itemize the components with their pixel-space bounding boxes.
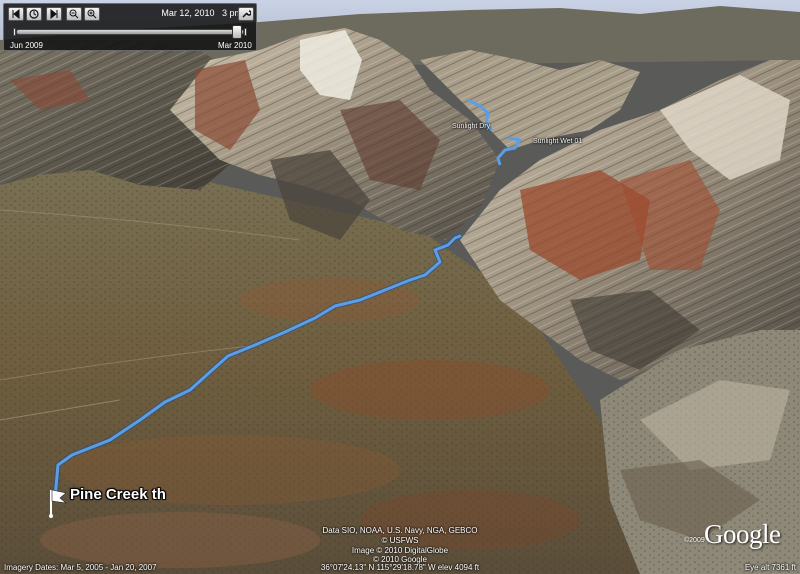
range-end-label: Mar 2010 xyxy=(218,41,252,50)
zoom-out-time-button[interactable] xyxy=(66,7,82,21)
trailhead-label[interactable]: Pine Creek th xyxy=(70,486,166,503)
zoom-out-icon xyxy=(69,9,79,19)
waypoint-label[interactable]: Sunlight Wet 01 xyxy=(533,138,582,145)
image-credit: Image © 2010 DigitalGlobe xyxy=(351,546,449,555)
waypoint-label[interactable]: Sunlight Dry xyxy=(452,123,490,130)
google-logo: Google xyxy=(704,519,781,549)
skip-forward-button[interactable] xyxy=(46,7,62,21)
historical-imagery-panel: Mar 12, 2010 3 pm Jun 2009 Mar 2010 xyxy=(3,3,257,51)
current-date: Mar 12, 2010 3 pm xyxy=(161,8,242,18)
imagery-dates: Imagery Dates: Mar 5, 2005 - Jan 20, 200… xyxy=(4,563,157,572)
wrench-icon xyxy=(242,10,251,18)
skip-back-icon xyxy=(12,9,20,19)
slider-end-cap xyxy=(244,28,247,36)
range-start-label: Jun 2009 xyxy=(10,41,43,50)
eye-altitude: Eye alt 7361 ft xyxy=(744,563,796,572)
time-slider-track[interactable] xyxy=(16,29,244,35)
logo-copyright: ©2009 xyxy=(684,537,705,544)
map-viewport[interactable]: Mar 12, 2010 3 pm Jun 2009 Mar 2010 Pine… xyxy=(0,0,800,574)
skip-back-button[interactable] xyxy=(8,7,24,21)
skip-forward-icon xyxy=(50,9,58,19)
zoom-in-time-button[interactable] xyxy=(84,7,100,21)
settings-button[interactable] xyxy=(238,7,254,21)
zoom-in-icon xyxy=(87,9,97,19)
clock-button[interactable] xyxy=(26,7,42,21)
time-slider-thumb[interactable] xyxy=(232,25,242,39)
clock-icon xyxy=(29,9,39,19)
usfws-credit: © USFWS xyxy=(381,536,419,545)
pointer-coordinates: 36°07'24.13" N 115°29'18.78" W elev 4094… xyxy=(320,563,480,572)
data-credit: Data SIO, NOAA, U.S. Navy, NGA, GEBCO xyxy=(322,526,478,535)
